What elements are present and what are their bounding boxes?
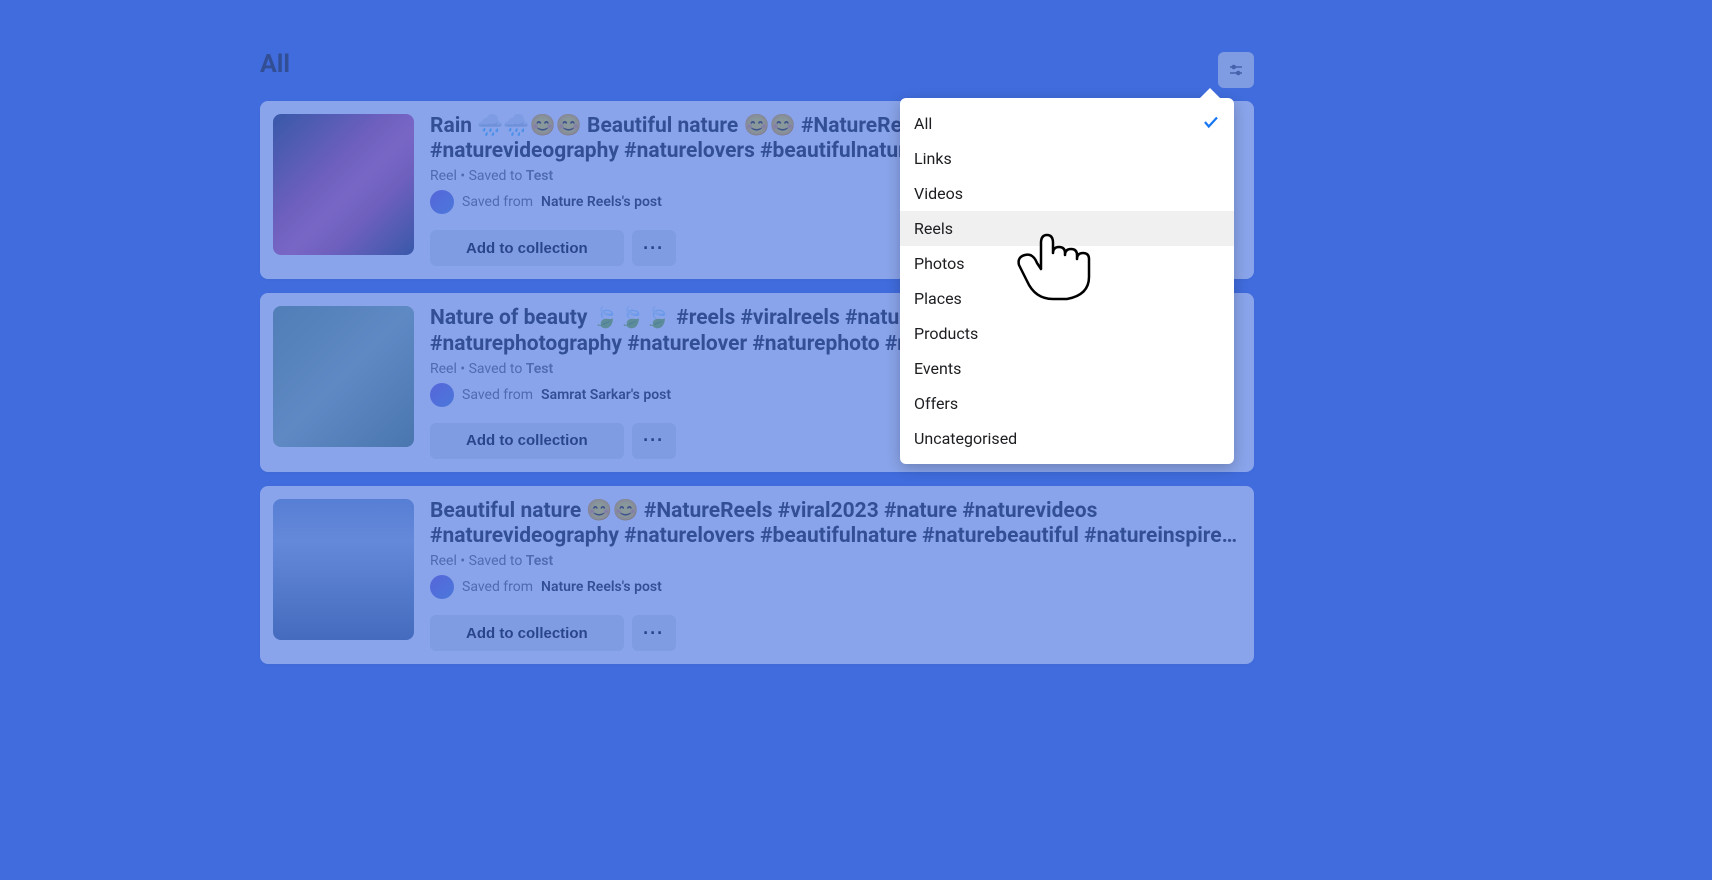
meta-type: Reel: [430, 361, 457, 377]
item-title[interactable]: Beautiful nature 😊😊 #NatureReels #viral2…: [430, 499, 1241, 549]
filter-option-links[interactable]: Links: [900, 141, 1234, 176]
filter-option-products[interactable]: Products: [900, 316, 1234, 351]
saved-from-label: Saved from: [462, 194, 533, 210]
add-to-collection-button[interactable]: Add to collection: [430, 230, 624, 266]
filter-button[interactable]: [1218, 52, 1254, 88]
avatar[interactable]: [430, 190, 454, 214]
saved-from-who[interactable]: Nature Reels's post: [541, 194, 662, 210]
meta-saved: Saved to: [469, 553, 523, 569]
thumbnail: [273, 499, 414, 640]
more-button[interactable]: ···: [632, 230, 676, 266]
meta-type: Reel: [430, 168, 457, 184]
meta-collection[interactable]: Test: [526, 553, 553, 569]
filter-option-photos[interactable]: Photos: [900, 246, 1234, 281]
avatar[interactable]: [430, 383, 454, 407]
meta-saved: Saved to: [469, 361, 523, 377]
page-title: All: [260, 50, 1254, 79]
saved-from-label: Saved from: [462, 387, 533, 403]
check-icon: [1202, 113, 1220, 135]
thumbnail: [273, 306, 414, 447]
more-button[interactable]: ···: [632, 423, 676, 459]
meta-saved: Saved to: [469, 168, 523, 184]
filter-option-events[interactable]: Events: [900, 351, 1234, 386]
card-content: Beautiful nature 😊😊 #NatureReels #viral2…: [430, 499, 1241, 651]
meta-collection[interactable]: Test: [526, 168, 553, 184]
more-button[interactable]: ···: [632, 615, 676, 651]
meta-collection[interactable]: Test: [526, 361, 553, 377]
add-to-collection-button[interactable]: Add to collection: [430, 423, 624, 459]
thumbnail: [273, 114, 414, 255]
filter-dropdown: AllLinksVideosReelsPhotosPlacesProductsE…: [900, 98, 1234, 464]
filter-option-reels[interactable]: Reels: [900, 211, 1234, 246]
saved-from-who[interactable]: Nature Reels's post: [541, 579, 662, 595]
filter-option-places[interactable]: Places: [900, 281, 1234, 316]
sliders-icon: [1227, 61, 1245, 79]
filter-option-all[interactable]: All: [900, 106, 1234, 141]
saved-from-who[interactable]: Samrat Sarkar's post: [541, 387, 671, 403]
item-meta: Reel • Saved to Test: [430, 553, 1241, 569]
saved-from-label: Saved from: [462, 579, 533, 595]
filter-option-uncategorised[interactable]: Uncategorised: [900, 421, 1234, 456]
meta-type: Reel: [430, 553, 457, 569]
byline: Saved from Nature Reels's post: [430, 575, 1241, 599]
actions-row: Add to collection ···: [430, 615, 1241, 651]
add-to-collection-button[interactable]: Add to collection: [430, 615, 624, 651]
saved-item-card[interactable]: Beautiful nature 😊😊 #NatureReels #viral2…: [260, 486, 1254, 664]
filter-option-videos[interactable]: Videos: [900, 176, 1234, 211]
avatar[interactable]: [430, 575, 454, 599]
filter-option-offers[interactable]: Offers: [900, 386, 1234, 421]
